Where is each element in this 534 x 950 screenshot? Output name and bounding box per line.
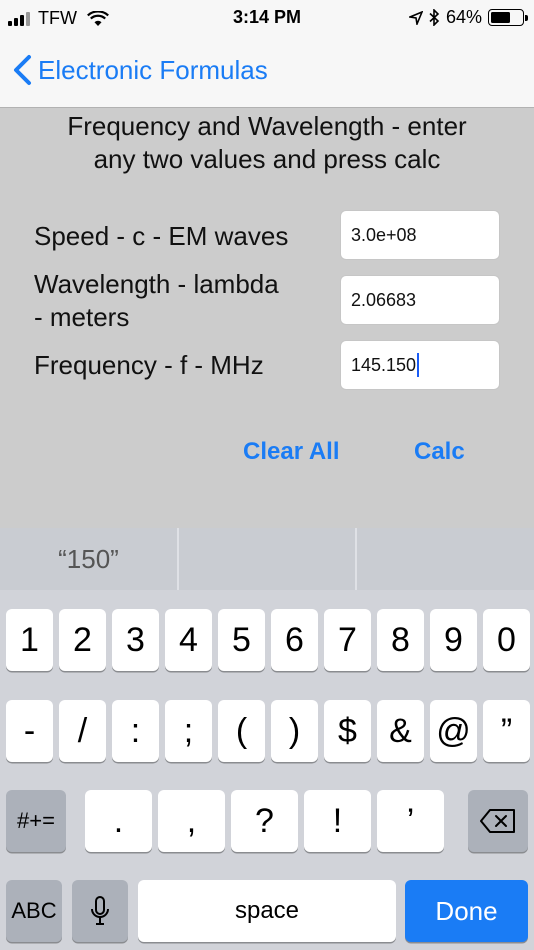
wavelength-label: Wavelength - lambda - meters (34, 268, 279, 334)
suggestion-item-empty[interactable] (357, 528, 534, 590)
done-key[interactable]: Done (405, 880, 528, 942)
key-open-paren[interactable]: ( (218, 700, 265, 762)
frequency-value: 145.150 (351, 354, 417, 375)
key-2[interactable]: 2 (59, 609, 106, 671)
speed-input[interactable]: 3.0e+08 (340, 210, 500, 260)
key-exclamation[interactable]: ! (304, 790, 371, 852)
key-quote[interactable]: ” (483, 700, 530, 762)
key-8[interactable]: 8 (377, 609, 424, 671)
key-3[interactable]: 3 (112, 609, 159, 671)
text-cursor (417, 353, 420, 377)
key-6[interactable]: 6 (271, 609, 318, 671)
key-slash[interactable]: / (59, 700, 106, 762)
microphone-icon (91, 896, 109, 925)
wavelength-input[interactable]: 2.06683 (340, 275, 500, 325)
key-comma[interactable]: , (158, 790, 225, 852)
clear-all-button[interactable]: Clear All (243, 438, 339, 466)
dictation-key[interactable] (72, 880, 128, 942)
key-at[interactable]: @ (430, 700, 477, 762)
delete-key[interactable] (468, 790, 528, 852)
battery-percent: 64% (445, 7, 482, 27)
back-button[interactable]: Electronic Formulas (12, 54, 268, 86)
key-0[interactable]: 0 (483, 609, 530, 671)
bluetooth-icon (429, 9, 440, 26)
wavelength-label-line-2: - meters (34, 302, 130, 332)
key-dollar[interactable]: $ (324, 700, 371, 762)
key-7[interactable]: 7 (324, 609, 371, 671)
calc-button[interactable]: Calc (414, 438, 465, 466)
chevron-left-icon (14, 55, 31, 85)
key-4[interactable]: 4 (165, 609, 212, 671)
suggestion-item-empty[interactable] (179, 528, 355, 590)
battery-icon (488, 9, 528, 26)
instructions-line-1: Frequency and Wavelength - enter (67, 111, 467, 141)
back-label: Electronic Formulas (38, 54, 268, 85)
speed-label: Speed - c - EM waves (34, 221, 289, 251)
location-icon (408, 10, 423, 25)
key-period[interactable]: . (85, 790, 152, 852)
key-semicolon[interactable]: ; (165, 700, 212, 762)
key-apostrophe[interactable]: ’ (377, 790, 444, 852)
suggestion-item[interactable]: “150” (0, 528, 177, 590)
key-ampersand[interactable]: & (377, 700, 424, 762)
wavelength-value: 2.06683 (351, 289, 417, 310)
formula-form: Frequency and Wavelength - enter any two… (0, 108, 534, 528)
status-bar: TFW 3:14 PM 64% (0, 0, 534, 36)
key-question[interactable]: ? (231, 790, 298, 852)
frequency-label: Frequency - f - MHz (34, 350, 264, 380)
key-hyphen[interactable]: - (6, 700, 53, 762)
status-right: 64% (408, 7, 528, 28)
key-9[interactable]: 9 (430, 609, 477, 671)
key-5[interactable]: 5 (218, 609, 265, 671)
abc-key[interactable]: ABC (6, 880, 62, 942)
space-key[interactable]: space (138, 880, 396, 942)
navigation-bar: Electronic Formulas (0, 36, 534, 108)
wavelength-label-line-1: Wavelength - lambda (34, 269, 279, 299)
speed-value: 3.0e+08 (351, 224, 417, 245)
suggestion-bar: “150” (0, 528, 534, 590)
key-colon[interactable]: : (112, 700, 159, 762)
keyboard: “150” 1 2 3 4 5 6 7 8 9 0 - / : ; ( ) $ … (0, 528, 534, 950)
frequency-input[interactable]: 145.150 (340, 340, 500, 390)
symbols-key[interactable]: #+= (6, 790, 66, 852)
instructions: Frequency and Wavelength - enter any two… (20, 110, 514, 176)
backspace-icon (480, 809, 515, 833)
instructions-line-2: any two values and press calc (93, 144, 441, 174)
key-close-paren[interactable]: ) (271, 700, 318, 762)
key-1[interactable]: 1 (6, 609, 53, 671)
